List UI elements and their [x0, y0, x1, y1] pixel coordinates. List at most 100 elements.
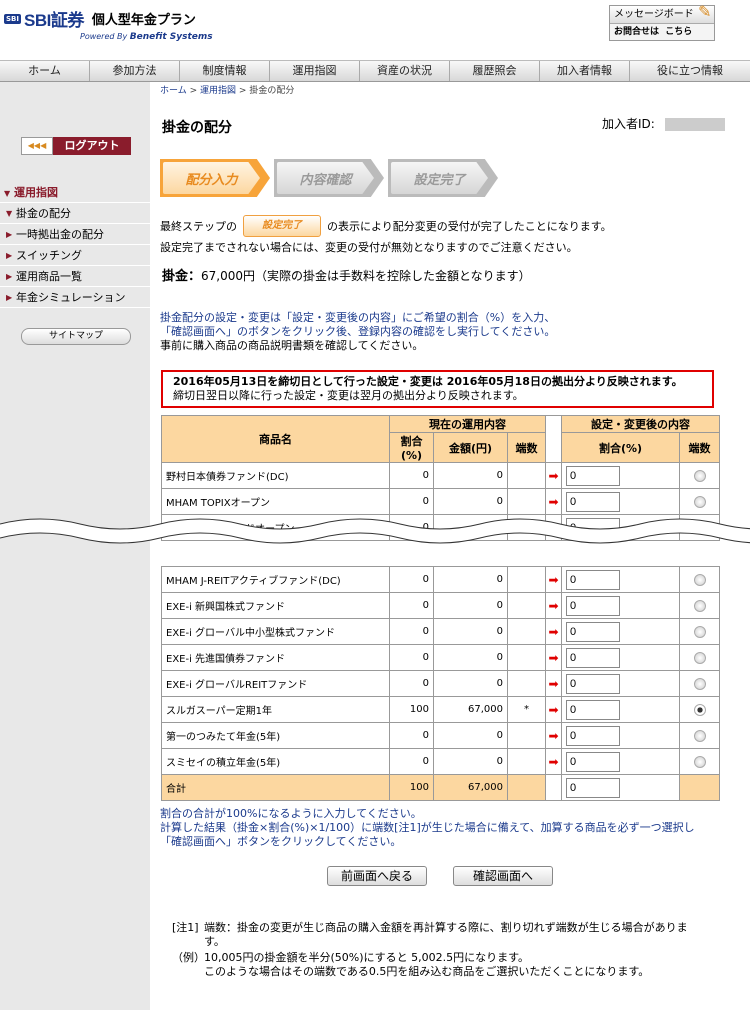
warning-text: 設定完了までされない場合には、変更の受付が無効となりますのでご注意ください。 [160, 241, 578, 254]
current-amount: 0 [433, 722, 508, 749]
fraction-radio[interactable] [693, 599, 706, 612]
sidebar-item-contribution[interactable]: ▼ 掛金の配分 [0, 203, 150, 224]
product-name: MHAM TOPIXオープン [161, 488, 390, 515]
header-ratio: 割合(%) [389, 432, 434, 463]
logout-label: ログアウト [53, 137, 131, 155]
current-amount: 0 [433, 488, 508, 515]
contact-link[interactable]: お問合せは こちら [610, 24, 714, 41]
fraction-radio[interactable] [693, 651, 706, 664]
table-row: 第一のつみたて年金(5年) 0 0 ➡ [161, 722, 720, 749]
fraction-radio[interactable] [693, 729, 706, 742]
nav-home[interactable]: ホーム [0, 61, 90, 81]
logo[interactable]: SBI SBI証券 個人型年金プラン Powered By Benefit Sy… [4, 6, 213, 42]
nav-assets[interactable]: 資産の状況 [360, 61, 450, 81]
new-ratio-input[interactable] [566, 491, 620, 512]
product-name: スミセイの積立年金(5年) [161, 748, 390, 775]
product-name: 第一のつみたて年金(5年) [161, 722, 390, 749]
breadcrumb-management[interactable]: 運用指図 [200, 86, 236, 96]
sitemap-button[interactable]: サイトマップ [21, 328, 131, 345]
arrow-right-icon: ➡ [545, 670, 562, 697]
instructions: 掛金配分の設定・変更は「設定・変更後の内容」にご希望の割合（%）を入力、 「確認… [160, 311, 556, 352]
new-ratio-input[interactable] [566, 569, 620, 590]
current-ratio: 0 [389, 462, 434, 489]
nav-management[interactable]: 運用指図 [270, 61, 360, 81]
table-row: EXE-i 先進国債券ファンド 0 0 ➡ [161, 644, 720, 671]
total-input[interactable] [566, 777, 620, 798]
arrow-right-icon: ➡ [545, 566, 562, 593]
new-ratio-input[interactable] [566, 465, 620, 486]
back-button[interactable]: 前画面へ戻る [327, 866, 427, 886]
current-fraction [507, 592, 546, 619]
nav-system-info[interactable]: 制度情報 [180, 61, 270, 81]
current-ratio: 0 [389, 488, 434, 515]
fraction-radio[interactable] [693, 625, 706, 638]
total-row: 合計 100 67,000 [161, 774, 720, 801]
logout-button[interactable]: ◀◀◀ ログアウト [21, 137, 131, 155]
table-row: EXE-i グローバル中小型株式ファンド 0 0 ➡ [161, 618, 720, 645]
current-ratio: 0 [389, 670, 434, 697]
new-ratio-input[interactable] [566, 621, 620, 642]
current-amount: 0 [433, 748, 508, 775]
arrow-right-icon: ➡ [545, 488, 562, 515]
breadcrumb-home[interactable]: ホーム [160, 86, 187, 96]
current-ratio: 0 [389, 644, 434, 671]
current-ratio: 0 [389, 748, 434, 775]
breadcrumb: ホーム > 運用指図 > 掛金の配分 [160, 86, 295, 96]
new-ratio-input[interactable] [566, 595, 620, 616]
fraction-radio[interactable] [693, 495, 706, 508]
arrow-right-icon: ➡ [545, 462, 562, 489]
current-fraction [507, 722, 546, 749]
sidebar-item-simulation[interactable]: ▶ 年金シミュレーション [0, 287, 150, 308]
new-ratio-input[interactable] [566, 725, 620, 746]
triangle-right-icon: ▶ [6, 272, 13, 281]
message-board-button[interactable]: メッセージボード お問合せは こちら ✎ [609, 2, 715, 41]
header-amount: 金額(円) [433, 432, 508, 463]
table-row: EXE-i 新興国株式ファンド 0 0 ➡ [161, 592, 720, 619]
confirm-button[interactable]: 確認画面へ [453, 866, 553, 886]
product-name: MHAM J-REITアクティブファンド(DC) [161, 566, 390, 593]
arrow-right-icon: ➡ [545, 592, 562, 619]
current-amount: 0 [433, 670, 508, 697]
table-row: MHAM J-REITアクティブファンド(DC) 0 0 ➡ [161, 566, 720, 593]
fraction-radio[interactable] [693, 703, 706, 716]
bottom-instructions: 割合の合計が100%になるように入力してください。 計算した結果（掛金×割合(%… [160, 807, 695, 848]
product-name: スルガスーパー定期1年 [161, 696, 390, 723]
current-ratio: 0 [389, 592, 434, 619]
nav-useful-info[interactable]: 役に立つ情報 [630, 61, 750, 81]
new-ratio-input[interactable] [566, 699, 620, 720]
current-amount: 0 [433, 566, 508, 593]
current-ratio: 100 [389, 696, 434, 723]
step-input: 配分入力 [160, 159, 270, 197]
side-section-management[interactable]: ▼ 運用指図 [0, 183, 150, 203]
sidebar-item-lump-sum[interactable]: ▶ 一時拠出金の配分 [0, 224, 150, 245]
breadcrumb-current: 掛金の配分 [249, 86, 295, 96]
current-amount: 0 [433, 592, 508, 619]
header-new-ratio: 割合(%) [561, 432, 680, 463]
sidebar-item-switching[interactable]: ▶ スイッチング [0, 245, 150, 266]
triangle-right-icon: ▶ [6, 230, 13, 239]
fraction-radio[interactable] [693, 573, 706, 586]
total-label: 合計 [161, 774, 390, 801]
fraction-radio[interactable] [693, 469, 706, 482]
header: SBI SBI証券 個人型年金プラン Powered By Benefit Sy… [0, 0, 750, 60]
new-ratio-input[interactable] [566, 647, 620, 668]
nav-member-info[interactable]: 加入者情報 [540, 61, 630, 81]
back-arrows-icon: ◀◀◀ [21, 137, 53, 155]
pen-icon: ✎ [698, 2, 712, 21]
arrow-right-icon: ➡ [545, 618, 562, 645]
current-fraction [507, 566, 546, 593]
fraction-radio[interactable] [693, 755, 706, 768]
table-row: EXE-i グローバルREITファンド 0 0 ➡ [161, 670, 720, 697]
logo-text: SBI証券 [23, 11, 84, 30]
nav-history[interactable]: 履歴照会 [450, 61, 540, 81]
new-ratio-input[interactable] [566, 751, 620, 772]
nav-join[interactable]: 参加方法 [90, 61, 180, 81]
product-name: EXE-i 先進国債券ファンド [161, 644, 390, 671]
triangle-down-icon: ▼ [6, 209, 13, 218]
current-fraction [507, 462, 546, 489]
fraction-radio[interactable] [693, 677, 706, 690]
header-fraction: 端数 [507, 432, 546, 463]
new-ratio-input[interactable] [566, 673, 620, 694]
current-amount: 67,000 [433, 696, 508, 723]
sidebar-item-products[interactable]: ▶ 運用商品一覧 [0, 266, 150, 287]
